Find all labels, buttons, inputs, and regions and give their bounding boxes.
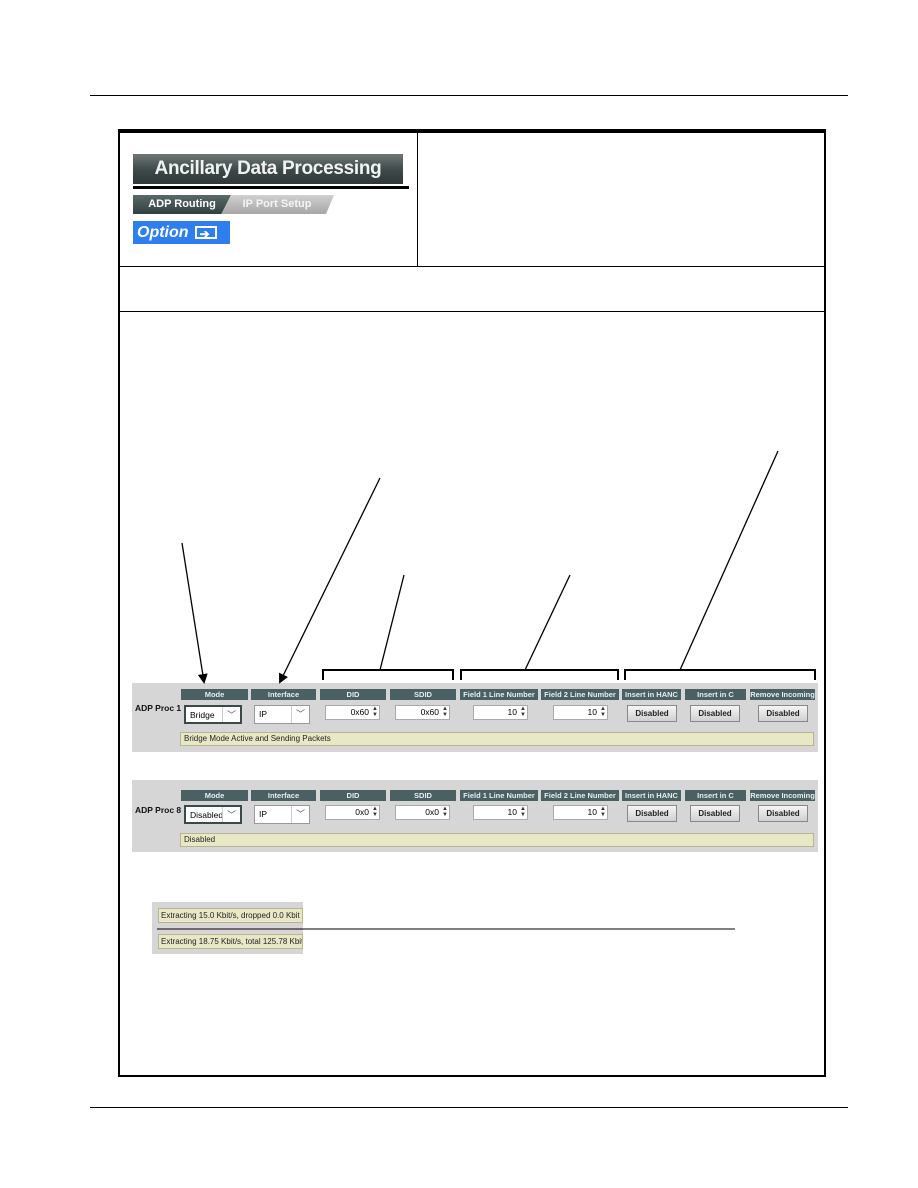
bracket-line-numbers bbox=[460, 669, 619, 680]
callout-line-did-sdid bbox=[379, 574, 405, 671]
callout-arrow-interface bbox=[279, 477, 381, 684]
bracket-insert-remove bbox=[624, 669, 816, 680]
callout-overlay bbox=[157, 450, 816, 930]
callout-arrow-mode bbox=[181, 542, 208, 684]
callout-line-insert-remove bbox=[679, 450, 779, 671]
callout-line-line-numbers bbox=[524, 574, 571, 671]
bracket-did-sdid bbox=[322, 669, 454, 680]
